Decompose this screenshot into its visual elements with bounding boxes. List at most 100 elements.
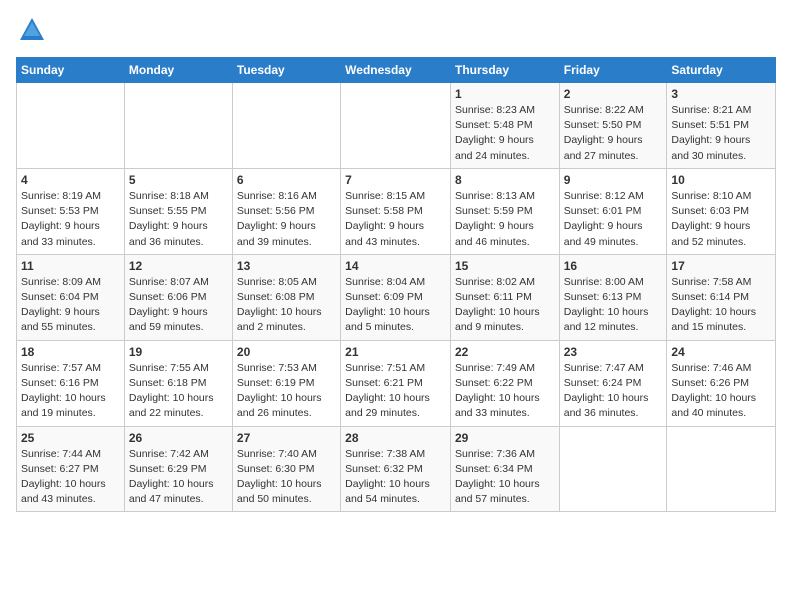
day-number: 11 [21,259,120,273]
day-info: Sunrise: 7:57 AM Sunset: 6:16 PM Dayligh… [21,361,120,422]
day-number: 23 [564,345,663,359]
day-info: Sunrise: 7:46 AM Sunset: 6:26 PM Dayligh… [671,361,771,422]
day-info: Sunrise: 8:09 AM Sunset: 6:04 PM Dayligh… [21,275,120,336]
day-info: Sunrise: 7:47 AM Sunset: 6:24 PM Dayligh… [564,361,663,422]
day-info: Sunrise: 8:12 AM Sunset: 6:01 PM Dayligh… [564,189,663,250]
weekday-header-monday: Monday [124,58,232,83]
day-number: 12 [129,259,228,273]
day-number: 28 [345,431,446,445]
calendar-cell: 5 Sunrise: 8:18 AM Sunset: 5:55 PM Daylig… [124,168,232,254]
calendar-cell: 21 Sunrise: 7:51 AM Sunset: 6:21 PM Dayli… [341,340,451,426]
day-info: Sunrise: 7:55 AM Sunset: 6:18 PM Dayligh… [129,361,228,422]
calendar-cell [232,83,340,169]
logo [16,16,46,49]
calendar-cell: 14 Sunrise: 8:04 AM Sunset: 6:09 PM Dayli… [341,254,451,340]
day-number: 15 [455,259,555,273]
day-number: 3 [671,87,771,101]
day-number: 24 [671,345,771,359]
day-number: 13 [237,259,336,273]
calendar-cell [341,83,451,169]
weekday-header-tuesday: Tuesday [232,58,340,83]
day-number: 17 [671,259,771,273]
calendar-cell: 25Sunrise: 7:44 AM Sunset: 6:27 PM Dayli… [17,426,125,512]
day-number: 7 [345,173,446,187]
day-info: Sunrise: 7:51 AM Sunset: 6:21 PM Dayligh… [345,361,446,422]
day-info: Sunrise: 8:21 AM Sunset: 5:51 PM Dayligh… [671,103,771,164]
day-number: 29 [455,431,555,445]
day-info: Sunrise: 8:05 AM Sunset: 6:08 PM Dayligh… [237,275,336,336]
day-number: 5 [129,173,228,187]
day-number: 26 [129,431,228,445]
day-number: 14 [345,259,446,273]
day-info: Sunrise: 7:58 AM Sunset: 6:14 PM Dayligh… [671,275,771,336]
calendar-cell: 11 Sunrise: 8:09 AM Sunset: 6:04 PM Dayli… [17,254,125,340]
calendar-cell: 1 Sunrise: 8:23 AM Sunset: 5:48 PM Daylig… [450,83,559,169]
day-number: 21 [345,345,446,359]
logo-icon [18,16,46,44]
calendar-cell: 8Sunrise: 8:13 AM Sunset: 5:59 PM Daylig… [450,168,559,254]
day-info: Sunrise: 7:44 AM Sunset: 6:27 PM Dayligh… [21,447,120,508]
calendar-cell [559,426,667,512]
weekday-header-thursday: Thursday [450,58,559,83]
calendar-cell [667,426,776,512]
calendar-cell: 17 Sunrise: 7:58 AM Sunset: 6:14 PM Dayli… [667,254,776,340]
day-info: Sunrise: 7:53 AM Sunset: 6:19 PM Dayligh… [237,361,336,422]
calendar-cell: 24 Sunrise: 7:46 AM Sunset: 6:26 PM Dayli… [667,340,776,426]
day-info: Sunrise: 8:04 AM Sunset: 6:09 PM Dayligh… [345,275,446,336]
day-info: Sunrise: 8:19 AM Sunset: 5:53 PM Dayligh… [21,189,120,250]
day-number: 27 [237,431,336,445]
calendar-cell [17,83,125,169]
calendar-week-1: 1 Sunrise: 8:23 AM Sunset: 5:48 PM Daylig… [17,83,776,169]
calendar-cell: 9 Sunrise: 8:12 AM Sunset: 6:01 PM Daylig… [559,168,667,254]
day-number: 22 [455,345,555,359]
day-number: 18 [21,345,120,359]
calendar-header: SundayMondayTuesdayWednesdayThursdayFrid… [17,58,776,83]
calendar-cell: 3 Sunrise: 8:21 AM Sunset: 5:51 PM Daylig… [667,83,776,169]
day-info: Sunrise: 8:18 AM Sunset: 5:55 PM Dayligh… [129,189,228,250]
calendar-cell: 18 Sunrise: 7:57 AM Sunset: 6:16 PM Dayli… [17,340,125,426]
day-info: Sunrise: 8:00 AM Sunset: 6:13 PM Dayligh… [564,275,663,336]
calendar-cell: 6 Sunrise: 8:16 AM Sunset: 5:56 PM Daylig… [232,168,340,254]
day-info: Sunrise: 8:16 AM Sunset: 5:56 PM Dayligh… [237,189,336,250]
day-number: 8 [455,173,555,187]
day-number: 19 [129,345,228,359]
day-number: 1 [455,87,555,101]
calendar-cell: 12Sunrise: 8:07 AM Sunset: 6:06 PM Dayli… [124,254,232,340]
day-info: Sunrise: 7:40 AM Sunset: 6:30 PM Dayligh… [237,447,336,508]
calendar-cell: 16 Sunrise: 8:00 AM Sunset: 6:13 PM Dayli… [559,254,667,340]
day-info: Sunrise: 8:02 AM Sunset: 6:11 PM Dayligh… [455,275,555,336]
day-number: 9 [564,173,663,187]
calendar-week-2: 4 Sunrise: 8:19 AM Sunset: 5:53 PM Daylig… [17,168,776,254]
day-number: 6 [237,173,336,187]
day-info: Sunrise: 7:49 AM Sunset: 6:22 PM Dayligh… [455,361,555,422]
calendar-cell: 15 Sunrise: 8:02 AM Sunset: 6:11 PM Dayli… [450,254,559,340]
day-info: Sunrise: 8:23 AM Sunset: 5:48 PM Dayligh… [455,103,555,164]
day-info: Sunrise: 8:15 AM Sunset: 5:58 PM Dayligh… [345,189,446,250]
day-info: Sunrise: 7:38 AM Sunset: 6:32 PM Dayligh… [345,447,446,508]
weekday-header-sunday: Sunday [17,58,125,83]
weekday-header-friday: Friday [559,58,667,83]
calendar-body: 1 Sunrise: 8:23 AM Sunset: 5:48 PM Daylig… [17,83,776,512]
calendar-cell: 22 Sunrise: 7:49 AM Sunset: 6:22 PM Dayli… [450,340,559,426]
calendar-cell: 4 Sunrise: 8:19 AM Sunset: 5:53 PM Daylig… [17,168,125,254]
logo-text [16,16,46,49]
calendar-cell: 10Sunrise: 8:10 AM Sunset: 6:03 PM Dayli… [667,168,776,254]
calendar-cell: 28 Sunrise: 7:38 AM Sunset: 6:32 PM Dayli… [341,426,451,512]
page-header [16,16,776,49]
calendar-table: SundayMondayTuesdayWednesdayThursdayFrid… [16,57,776,512]
day-info: Sunrise: 7:36 AM Sunset: 6:34 PM Dayligh… [455,447,555,508]
weekday-header-saturday: Saturday [667,58,776,83]
calendar-week-3: 11 Sunrise: 8:09 AM Sunset: 6:04 PM Dayli… [17,254,776,340]
day-info: Sunrise: 8:10 AM Sunset: 6:03 PM Dayligh… [671,189,771,250]
calendar-cell: 23 Sunrise: 7:47 AM Sunset: 6:24 PM Dayli… [559,340,667,426]
day-number: 16 [564,259,663,273]
calendar-cell: 27 Sunrise: 7:40 AM Sunset: 6:30 PM Dayli… [232,426,340,512]
calendar-cell: 7 Sunrise: 8:15 AM Sunset: 5:58 PM Daylig… [341,168,451,254]
day-number: 4 [21,173,120,187]
calendar-week-5: 25Sunrise: 7:44 AM Sunset: 6:27 PM Dayli… [17,426,776,512]
day-info: Sunrise: 8:22 AM Sunset: 5:50 PM Dayligh… [564,103,663,164]
weekday-header-row: SundayMondayTuesdayWednesdayThursdayFrid… [17,58,776,83]
calendar-cell: 19 Sunrise: 7:55 AM Sunset: 6:18 PM Dayli… [124,340,232,426]
calendar-cell: 29 Sunrise: 7:36 AM Sunset: 6:34 PM Dayli… [450,426,559,512]
day-number: 20 [237,345,336,359]
